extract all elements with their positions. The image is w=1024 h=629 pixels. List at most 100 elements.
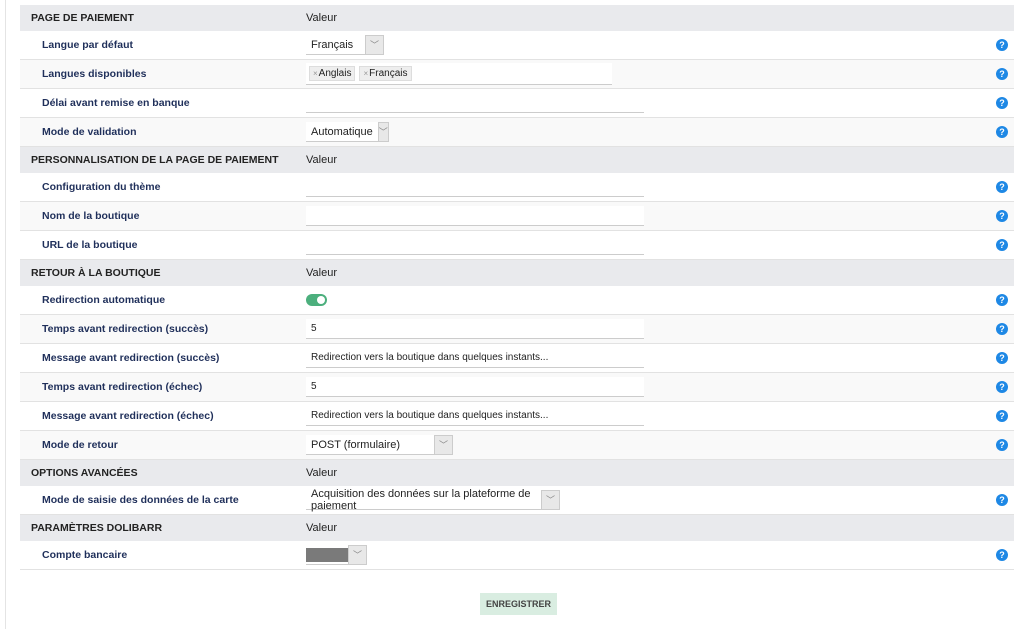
select-value: Français: [311, 38, 354, 51]
select-value: Automatique: [311, 125, 373, 138]
section-header-options-avancees: OPTIONS AVANCÉES Valeur: [20, 460, 1014, 486]
card-entry-mode-select[interactable]: Acquisition des données sur la plateform…: [306, 487, 560, 512]
section-header-personnalisation-de-la-page-de-paiement: PERSONNALISATION DE LA PAGE DE PAIEMENT V…: [20, 147, 1014, 173]
setting-label: Compte bancaire: [42, 549, 128, 561]
section-title: PAGE DE PAIEMENT: [31, 12, 134, 24]
setting-value: ×Anglais ×Français: [306, 63, 1014, 85]
return-mode-select[interactable]: POST (formulaire) ﹀: [306, 434, 453, 455]
value-column-header: Valeur: [306, 267, 337, 279]
bank-account-select[interactable]: ﹀: [306, 544, 367, 565]
setting-value: [306, 93, 1014, 113]
language-tag: ×Français: [359, 66, 412, 81]
settings-table: PAGE DE PAIEMENT Valeur Langue par défaut F…: [20, 5, 1014, 570]
setting-label: Délai avant remise en banque: [42, 97, 190, 109]
setting-value: 5: [306, 319, 1014, 339]
configuration-du-theme-input[interactable]: [306, 177, 644, 197]
setting-label: Mode de validation: [42, 126, 137, 138]
auto-redirect-toggle[interactable]: [306, 294, 327, 306]
chevron-down-icon[interactable]: ﹀: [365, 34, 384, 55]
setting-value: Acquisition des données sur la plateform…: [306, 487, 1014, 512]
setting-row-nom-de-la-boutique: Nom de la boutique?: [20, 202, 1014, 231]
tag-label: Français: [369, 68, 408, 79]
languages-multiselect[interactable]: ×Anglais ×Français: [306, 63, 612, 85]
setting-row-langue-par-defaut: Langue par défaut Français ﹀?: [20, 31, 1014, 60]
select-value: POST (formulaire): [311, 438, 401, 451]
setting-row-temps-avant-redirection-succes: Temps avant redirection (succès) 5?: [20, 315, 1014, 344]
value-column-header: Valeur: [306, 12, 337, 24]
remove-tag-icon[interactable]: ×: [363, 69, 368, 78]
left-border: [0, 0, 6, 629]
help-icon[interactable]: ?: [996, 352, 1008, 364]
help-icon[interactable]: ?: [996, 181, 1008, 193]
setting-label: URL de la boutique: [42, 239, 138, 251]
setting-label: Mode de retour: [42, 439, 118, 451]
setting-row-langues-disponibles: Langues disponibles ×Anglais ×Français?: [20, 60, 1014, 89]
setting-value: [306, 235, 1014, 255]
setting-row-configuration-du-theme: Configuration du thème?: [20, 173, 1014, 202]
setting-label: Langue par défaut: [42, 39, 134, 51]
chevron-down-icon[interactable]: ﹀: [377, 121, 389, 142]
validation-mode-select[interactable]: Automatique ﹀: [306, 121, 389, 142]
section-title: PERSONNALISATION DE LA PAGE DE PAIEMENT: [31, 154, 279, 166]
save-button[interactable]: ENREGISTRER: [480, 593, 557, 615]
setting-label: Configuration du thème: [42, 181, 161, 193]
chevron-down-icon[interactable]: ﹀: [434, 434, 453, 455]
setting-value: Français ﹀: [306, 34, 1014, 55]
bank-account-value: [306, 547, 348, 562]
setting-value: Redirection vers la boutique dans quelqu…: [306, 406, 1014, 426]
setting-value: [306, 294, 1014, 306]
setting-label: Message avant redirection (échec): [42, 410, 214, 422]
help-icon[interactable]: ?: [996, 323, 1008, 335]
setting-row-redirection-automatique: Redirection automatique?: [20, 286, 1014, 315]
message-avant-redirection-echec-input[interactable]: Redirection vers la boutique dans quelqu…: [306, 406, 644, 426]
setting-row-delai-avant-remise-en-banque: Délai avant remise en banque?: [20, 89, 1014, 118]
default-language-select[interactable]: Français ﹀: [306, 34, 384, 55]
help-icon[interactable]: ?: [996, 381, 1008, 393]
section-title: OPTIONS AVANCÉES: [31, 467, 138, 479]
setting-row-mode-de-saisie-des-donnees-de-la-carte: Mode de saisie des données de la carte Ac…: [20, 486, 1014, 515]
help-icon[interactable]: ?: [996, 549, 1008, 561]
setting-row-compte-bancaire: Compte bancaire ﹀?: [20, 541, 1014, 570]
nom-de-la-boutique-input[interactable]: [306, 206, 644, 226]
delai-avant-remise-en-banque-input[interactable]: [306, 93, 644, 113]
setting-value: Automatique ﹀: [306, 121, 1014, 142]
setting-label: Redirection automatique: [42, 294, 166, 306]
setting-label: Temps avant redirection (échec): [42, 381, 203, 393]
help-icon[interactable]: ?: [996, 294, 1008, 306]
setting-row-url-de-la-boutique: URL de la boutique?: [20, 231, 1014, 260]
help-icon[interactable]: ?: [996, 210, 1008, 222]
tag-label: Anglais: [318, 68, 352, 79]
setting-label: Message avant redirection (succès): [42, 352, 220, 364]
value-column-header: Valeur: [306, 467, 337, 479]
help-icon[interactable]: ?: [996, 239, 1008, 251]
setting-label: Mode de saisie des données de la carte: [42, 494, 239, 506]
select-value: Acquisition des données sur la plateform…: [311, 487, 531, 512]
language-tag: ×Anglais: [309, 66, 356, 81]
help-icon[interactable]: ?: [996, 126, 1008, 138]
chevron-down-icon[interactable]: ﹀: [541, 489, 560, 510]
temps-avant-redirection-succes-input[interactable]: 5: [306, 319, 644, 339]
setting-label: Temps avant redirection (succès): [42, 323, 209, 335]
remove-tag-icon[interactable]: ×: [313, 69, 318, 78]
setting-value: ﹀: [306, 544, 1014, 565]
help-icon[interactable]: ?: [996, 39, 1008, 51]
setting-value: [306, 177, 1014, 197]
setting-row-mode-de-retour: Mode de retour POST (formulaire) ﹀?: [20, 431, 1014, 460]
setting-row-message-avant-redirection-echec: Message avant redirection (échec) Redirec…: [20, 402, 1014, 431]
section-title: PARAMÈTRES DOLIBARR: [31, 522, 163, 534]
help-icon[interactable]: ?: [996, 410, 1008, 422]
help-icon[interactable]: ?: [996, 494, 1008, 506]
chevron-down-icon[interactable]: ﹀: [348, 544, 367, 565]
temps-avant-redirection-echec-input[interactable]: 5: [306, 377, 644, 397]
value-column-header: Valeur: [306, 154, 337, 166]
setting-row-message-avant-redirection-succes: Message avant redirection (succès) Redire…: [20, 344, 1014, 373]
section-header-page-de-paiement: PAGE DE PAIEMENT Valeur: [20, 5, 1014, 31]
url-de-la-boutique-input[interactable]: [306, 235, 644, 255]
setting-value: [306, 206, 1014, 226]
setting-label: Langues disponibles: [42, 68, 147, 80]
help-icon[interactable]: ?: [996, 68, 1008, 80]
help-icon[interactable]: ?: [996, 439, 1008, 451]
section-header-retour-a-la-boutique: RETOUR À LA BOUTIQUE Valeur: [20, 260, 1014, 286]
help-icon[interactable]: ?: [996, 97, 1008, 109]
message-avant-redirection-succes-input[interactable]: Redirection vers la boutique dans quelqu…: [306, 348, 644, 368]
